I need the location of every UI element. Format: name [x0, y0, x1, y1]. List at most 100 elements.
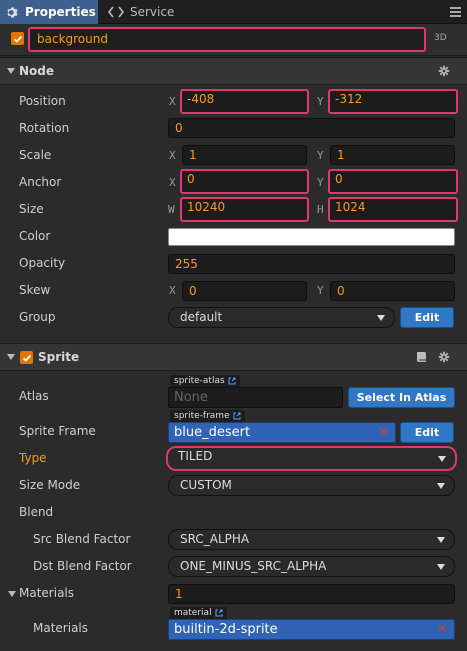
skew-label: Skew [19, 283, 51, 297]
tab-service[interactable]: Service [104, 0, 174, 24]
sprite-frame-label: Sprite Frame [19, 424, 96, 438]
clear-icon[interactable]: ✕ [437, 623, 448, 636]
position-x-input[interactable]: -408 [180, 89, 309, 114]
group-select-value: default [180, 310, 223, 324]
sprite-atlas-tag: sprite-atlas [170, 375, 240, 387]
atlas-field[interactable]: None [168, 387, 343, 408]
color-label: Color [19, 229, 51, 243]
anchor-x-input[interactable]: 0 [180, 169, 309, 194]
position-y-axis: Y [317, 95, 324, 108]
toggle-3d-button[interactable]: 3D [434, 33, 447, 43]
sprite-atlas-tag-label: sprite-atlas [174, 376, 225, 386]
type-select[interactable]: TILED [166, 446, 457, 471]
node-section-header[interactable]: Node [0, 57, 467, 85]
tab-bar: Properties Service [0, 0, 467, 24]
chevron-down-icon [437, 483, 445, 489]
scale-y-input[interactable]: 1 [330, 145, 455, 165]
color-swatch[interactable] [168, 228, 455, 246]
size-h-axis: H [317, 203, 324, 216]
skew-x-input[interactable]: 0 [182, 281, 307, 301]
size-height-input[interactable]: 1024 [328, 197, 458, 222]
group-edit-button[interactable]: Edit [400, 307, 454, 328]
collapse-triangle-icon [7, 354, 15, 360]
size-label: Size [19, 202, 44, 216]
materials-item-label: Materials [33, 621, 89, 635]
sprite-frame-tag: sprite-frame [170, 410, 245, 422]
type-label: Type [19, 451, 47, 465]
scale-x-input[interactable]: 1 [182, 145, 307, 165]
rotation-input[interactable]: 0 [168, 118, 455, 138]
size-mode-label: Size Mode [19, 478, 81, 492]
scale-y-axis: Y [317, 149, 324, 162]
sprite-frame-field[interactable]: blue_desert ✕ [168, 422, 396, 443]
src-blend-factor-label: Src Blend Factor [33, 532, 131, 546]
opacity-label: Opacity [19, 256, 66, 270]
tab-service-label: Service [130, 5, 175, 19]
src-blend-factor-select[interactable]: SRC_ALPHA [168, 529, 455, 550]
sprite-enabled-checkbox[interactable] [20, 351, 33, 364]
sprite-frame-edit-button[interactable]: Edit [400, 422, 454, 443]
type-select-value: TILED [178, 449, 213, 463]
check-icon [13, 35, 22, 43]
tab-properties-label: Properties [25, 5, 96, 19]
anchor-y-input[interactable]: 0 [328, 169, 458, 194]
select-in-atlas-button[interactable]: Select In Atlas [348, 387, 455, 408]
sprite-section-header[interactable]: Sprite [0, 343, 467, 371]
material-field[interactable]: builtin-2d-sprite ✕ [168, 619, 455, 640]
material-tag-label: material [174, 608, 212, 618]
scale-x-axis: X [169, 149, 176, 162]
external-link-icon[interactable] [215, 609, 223, 617]
scale-label: Scale [19, 148, 52, 162]
gear-icon[interactable] [438, 65, 450, 77]
external-link-icon[interactable] [233, 412, 241, 420]
src-blend-factor-value: SRC_ALPHA [180, 532, 250, 546]
chevron-down-icon [438, 456, 446, 462]
materials-label: Materials [19, 586, 75, 600]
size-mode-select[interactable]: CUSTOM [168, 475, 455, 496]
sprite-frame-value: blue_desert [174, 425, 251, 440]
node-name-input[interactable]: background [28, 27, 426, 52]
chevron-down-icon [377, 315, 385, 321]
node-enabled-checkbox[interactable] [11, 32, 24, 45]
external-link-icon[interactable] [228, 377, 236, 385]
node-section-title: Node [19, 64, 55, 78]
skew-y-axis: Y [317, 284, 324, 297]
gear-icon[interactable] [438, 351, 450, 363]
code-icon [108, 6, 124, 18]
size-width-input[interactable]: 10240 [180, 197, 309, 222]
gear-icon [6, 6, 19, 19]
position-y-input[interactable]: -312 [328, 89, 458, 114]
sprite-section-title: Sprite [38, 350, 80, 364]
clear-icon[interactable]: ✕ [378, 426, 389, 439]
collapse-triangle-icon [7, 68, 15, 74]
book-icon[interactable] [416, 351, 427, 363]
blend-label: Blend [19, 505, 54, 519]
chevron-down-icon [437, 564, 445, 570]
skew-x-axis: X [169, 284, 176, 297]
position-label: Position [19, 94, 66, 108]
materials-count-input[interactable]: 1 [168, 584, 455, 604]
size-w-axis: W [168, 203, 175, 216]
atlas-label: Atlas [19, 389, 49, 403]
skew-y-input[interactable]: 0 [330, 281, 455, 301]
size-mode-select-value: CUSTOM [180, 478, 232, 492]
dst-blend-factor-select[interactable]: ONE_MINUS_SRC_ALPHA [168, 556, 455, 577]
anchor-x-axis: X [169, 176, 176, 189]
tab-properties[interactable]: Properties [0, 0, 99, 24]
group-select[interactable]: default [168, 307, 395, 328]
rotation-label: Rotation [19, 121, 70, 135]
position-x-axis: X [169, 95, 176, 108]
dst-blend-factor-value: ONE_MINUS_SRC_ALPHA [180, 559, 327, 573]
anchor-label: Anchor [19, 175, 62, 189]
material-tag: material [170, 607, 227, 619]
opacity-input[interactable]: 255 [168, 254, 455, 274]
group-label: Group [19, 310, 56, 324]
dst-blend-factor-label: Dst Blend Factor [33, 559, 132, 573]
anchor-y-axis: Y [317, 176, 324, 189]
panel-menu-icon[interactable] [450, 5, 461, 19]
material-value: builtin-2d-sprite [174, 622, 278, 637]
sprite-frame-tag-label: sprite-frame [174, 411, 230, 421]
check-icon [22, 354, 31, 362]
collapse-triangle-icon[interactable] [8, 591, 16, 597]
chevron-down-icon [437, 537, 445, 543]
